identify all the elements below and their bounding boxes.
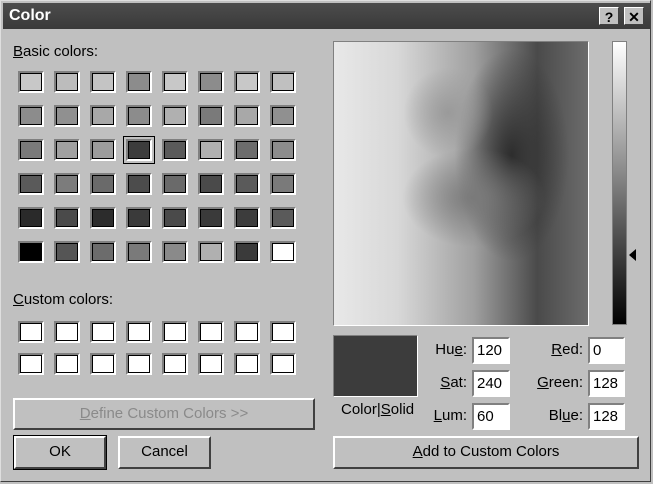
basic-color-swatch[interactable] xyxy=(270,139,296,161)
custom-color-swatch[interactable] xyxy=(126,353,152,375)
hue-label: Hue: xyxy=(435,341,467,358)
basic-color-swatch[interactable] xyxy=(90,105,116,127)
basic-color-swatch[interactable] xyxy=(90,241,116,263)
close-button[interactable]: ✕ xyxy=(624,7,644,25)
luminance-slider[interactable] xyxy=(612,41,627,325)
basic-color-swatch[interactable] xyxy=(54,105,80,127)
basic-color-swatch[interactable] xyxy=(198,71,224,93)
help-button[interactable]: ? xyxy=(599,7,619,25)
basic-color-swatch[interactable] xyxy=(162,207,188,229)
custom-color-swatch[interactable] xyxy=(198,321,224,343)
basic-color-swatch[interactable] xyxy=(90,207,116,229)
basic-color-swatch[interactable] xyxy=(162,71,188,93)
basic-color-swatch[interactable] xyxy=(234,173,260,195)
basic-color-swatch[interactable] xyxy=(54,139,80,161)
basic-color-swatch[interactable] xyxy=(162,173,188,195)
basic-color-swatch[interactable] xyxy=(270,105,296,127)
basic-color-swatch[interactable] xyxy=(18,173,44,195)
basic-color-swatch[interactable] xyxy=(270,207,296,229)
basic-color-swatch[interactable] xyxy=(126,241,152,263)
basic-color-swatch[interactable] xyxy=(18,139,44,161)
basic-color-swatch[interactable] xyxy=(18,241,44,263)
title-bar: Color ? ✕ xyxy=(3,3,650,29)
basic-color-swatch[interactable] xyxy=(90,173,116,195)
custom-color-swatch[interactable] xyxy=(90,353,116,375)
add-to-custom-colors-button[interactable]: Add to Custom Colors xyxy=(333,436,639,469)
custom-color-swatch[interactable] xyxy=(198,353,224,375)
basic-color-swatch[interactable] xyxy=(126,71,152,93)
basic-color-swatch[interactable] xyxy=(126,173,152,195)
basic-color-swatch[interactable] xyxy=(18,207,44,229)
custom-color-swatch[interactable] xyxy=(18,321,44,343)
basic-color-swatch[interactable] xyxy=(198,207,224,229)
blue-label: Blue: xyxy=(548,407,583,424)
basic-color-swatch[interactable] xyxy=(54,241,80,263)
basic-color-swatch[interactable] xyxy=(126,207,152,229)
define-custom-colors-button[interactable]: Define Custom Colors >> xyxy=(13,398,315,430)
basic-color-swatch[interactable] xyxy=(234,139,260,161)
lum-field[interactable]: 60 xyxy=(472,403,510,430)
basic-color-swatch[interactable] xyxy=(18,71,44,93)
basic-color-swatch[interactable] xyxy=(270,241,296,263)
custom-color-swatch[interactable] xyxy=(234,321,260,343)
basic-color-swatch[interactable] xyxy=(90,139,116,161)
basic-color-swatch[interactable] xyxy=(234,241,260,263)
color-spectrum[interactable] xyxy=(333,41,589,326)
basic-colors-label: Basic colors: xyxy=(13,43,99,60)
basic-color-swatch[interactable] xyxy=(198,139,224,161)
custom-color-swatch[interactable] xyxy=(90,321,116,343)
lum-label: Lum: xyxy=(433,407,467,424)
green-label: Green: xyxy=(537,374,583,391)
basic-color-swatch[interactable] xyxy=(162,139,188,161)
red-label: Red: xyxy=(551,341,583,358)
blue-field[interactable]: 128 xyxy=(588,403,625,430)
custom-color-swatch[interactable] xyxy=(126,321,152,343)
basic-color-swatch[interactable] xyxy=(54,71,80,93)
basic-color-swatch[interactable] xyxy=(270,71,296,93)
custom-color-swatch[interactable] xyxy=(54,321,80,343)
color-preview xyxy=(333,335,418,397)
green-field[interactable]: 128 xyxy=(588,370,625,397)
color-dialog: Color ? ✕ Basic colors: Custom colors: D… xyxy=(0,0,651,482)
basic-color-swatch[interactable] xyxy=(90,71,116,93)
custom-colors-label: Custom colors: xyxy=(13,291,114,308)
basic-color-swatch[interactable] xyxy=(162,241,188,263)
sat-label: Sat: xyxy=(440,374,467,391)
custom-color-swatch[interactable] xyxy=(234,353,260,375)
custom-color-swatch[interactable] xyxy=(162,353,188,375)
basic-color-swatch[interactable] xyxy=(198,241,224,263)
custom-color-swatch[interactable] xyxy=(54,353,80,375)
basic-color-swatch[interactable] xyxy=(234,207,260,229)
basic-color-swatch[interactable] xyxy=(162,105,188,127)
basic-color-swatch[interactable] xyxy=(234,71,260,93)
basic-color-swatch[interactable] xyxy=(234,105,260,127)
ok-button[interactable]: OK xyxy=(13,435,107,470)
sat-field[interactable]: 240 xyxy=(472,370,510,397)
basic-color-swatch[interactable] xyxy=(18,105,44,127)
red-field[interactable]: 0 xyxy=(588,337,625,364)
basic-color-swatch[interactable] xyxy=(270,173,296,195)
basic-color-swatch[interactable] xyxy=(126,105,152,127)
basic-color-swatch[interactable] xyxy=(198,173,224,195)
hue-field[interactable]: 120 xyxy=(472,337,510,364)
help-icon: ? xyxy=(604,9,614,25)
close-icon: ✕ xyxy=(628,9,640,25)
window-title: Color xyxy=(9,7,51,24)
custom-color-swatch[interactable] xyxy=(270,321,296,343)
basic-color-swatch[interactable] xyxy=(126,139,152,161)
luminance-arrow-icon[interactable] xyxy=(629,249,636,261)
custom-color-swatch[interactable] xyxy=(270,353,296,375)
color-solid-label: Color|Solid xyxy=(341,401,415,418)
basic-color-swatch[interactable] xyxy=(54,207,80,229)
basic-color-swatch[interactable] xyxy=(54,173,80,195)
custom-color-swatch[interactable] xyxy=(162,321,188,343)
custom-color-swatch[interactable] xyxy=(18,353,44,375)
cancel-button[interactable]: Cancel xyxy=(118,436,211,469)
basic-color-swatch[interactable] xyxy=(198,105,224,127)
